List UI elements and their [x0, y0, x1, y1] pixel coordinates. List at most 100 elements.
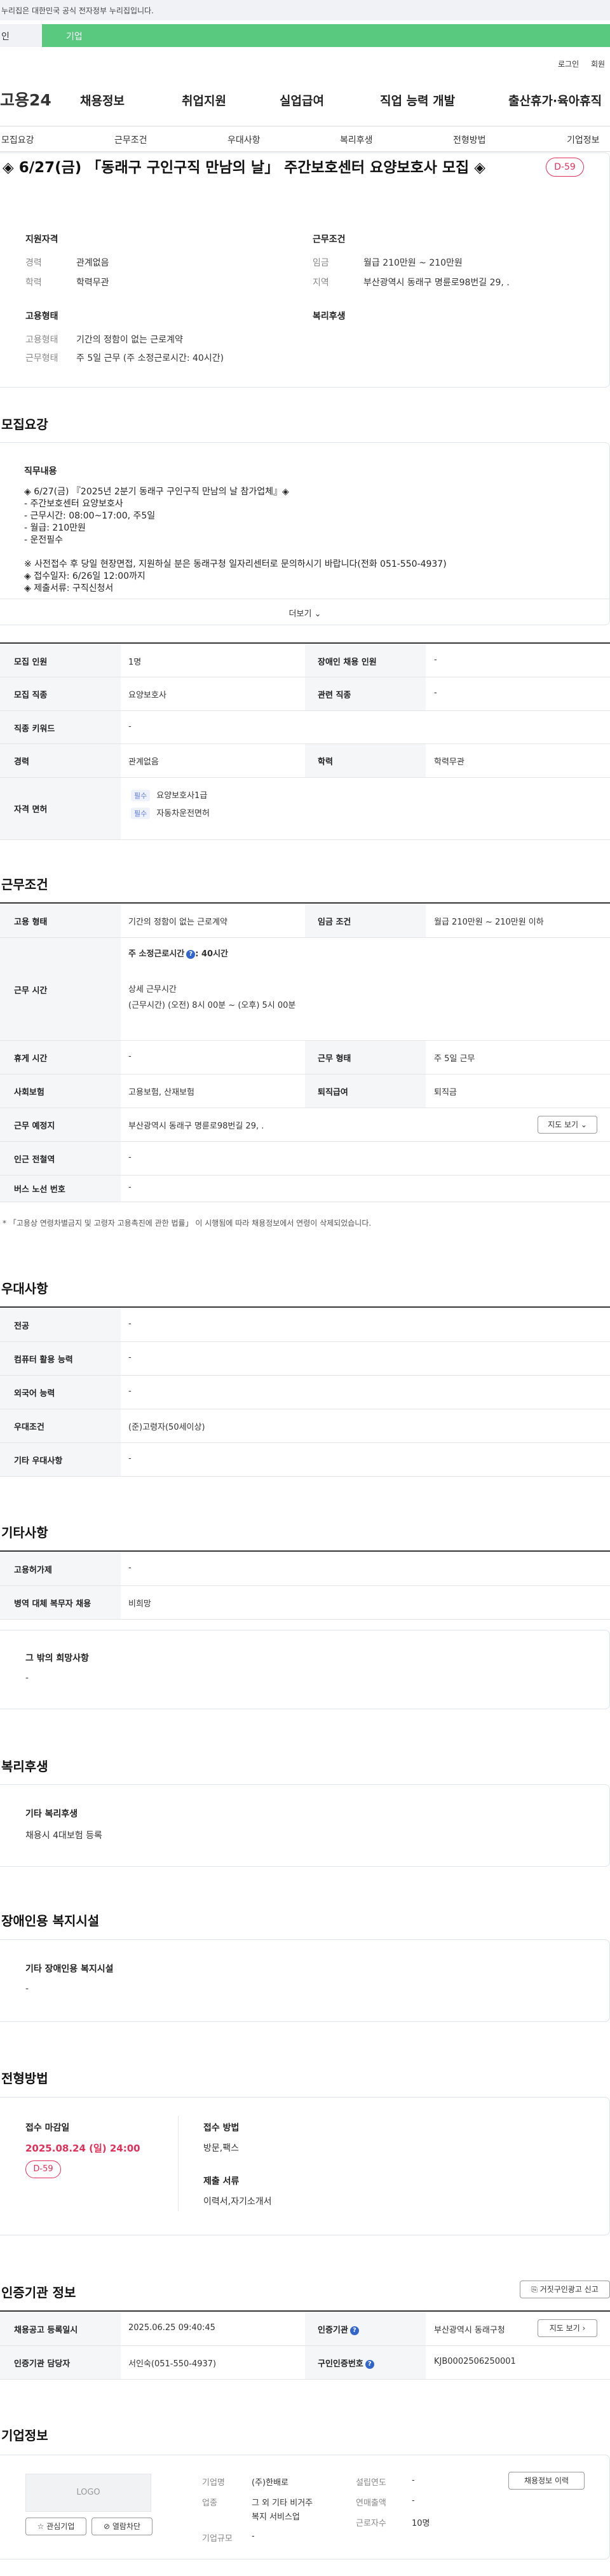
notice-value: KJB0002506250001	[434, 2357, 516, 2366]
permit-key: 고용허가제	[14, 1566, 52, 1575]
anchor-tab-conditions[interactable]: 근무조건	[114, 133, 147, 146]
block-button[interactable]: ⊘ 열람차단	[92, 2518, 152, 2535]
nav-item-unemployment[interactable]: 실업급여	[280, 92, 324, 109]
info-icon[interactable]: ?	[365, 2359, 374, 2369]
place-key: 근무 예정지	[14, 1122, 55, 1131]
row-divider	[0, 1341, 610, 1342]
career-value: 관계없음	[76, 258, 109, 268]
deadline-label: 접수 마감일	[25, 2123, 70, 2133]
wish-card	[0, 1630, 610, 1709]
report-button-label: 거짓구인광고 신고	[539, 2285, 599, 2294]
wage-key: 임금	[313, 258, 329, 268]
license-item: 필수 자동차운전면허	[131, 806, 210, 819]
row-divider	[0, 1141, 610, 1142]
selection-heading: 전형방법	[1, 2071, 48, 2086]
major-key: 전공	[14, 1322, 29, 1331]
report-icon: ⎘	[531, 2285, 538, 2294]
anchor-tab-company[interactable]: 기업정보	[567, 133, 600, 146]
bus-value: -	[128, 1183, 132, 1192]
user-type-tabs: 인 기업	[0, 24, 610, 47]
size-value: -	[252, 2532, 255, 2541]
disabled-key: 장애인 채용 인원	[318, 658, 377, 667]
welfare-value: 채용시 4대보험 등록	[25, 1831, 102, 1841]
map-button-label: 지도 보기	[548, 1120, 579, 1129]
wage-value: 월급 210만원 ~ 210만원	[363, 258, 463, 268]
chevron-right-icon: ›	[582, 2324, 586, 2333]
org-view-button[interactable]: 지도 보기 ›	[538, 2319, 597, 2337]
insurance-value: 고용보험, 산재보험	[128, 1088, 194, 1097]
desc-line: ◈ 제출서류: 구직신청서	[24, 583, 114, 593]
insurance-key: 사회보험	[14, 1088, 44, 1097]
subway-key: 인근 전철역	[14, 1155, 55, 1165]
dday-badge: D-59	[546, 158, 584, 177]
nav-item-parental-leave[interactable]: 출산휴가·육아휴직	[508, 92, 602, 109]
job-value: 요양보호사	[128, 691, 166, 700]
anchor-tab-recruit[interactable]: 모집요강	[1, 133, 34, 146]
edu-table-key: 학력	[318, 757, 333, 767]
license-name: 요양보호사1급	[156, 791, 208, 801]
interest-button[interactable]: ☆ 관심기업	[25, 2518, 86, 2535]
info-icon[interactable]: ?	[349, 2326, 359, 2335]
pref-other-value: -	[128, 1454, 132, 1463]
emp-type-value: 기간의 정함이 없는 근로계약	[76, 335, 183, 345]
facility-value: -	[25, 1984, 29, 1994]
reg-value: 2025.06.25 09:40:45	[128, 2323, 215, 2333]
anchor-tab-preference[interactable]: 우대사항	[227, 133, 261, 146]
permit-value: -	[128, 1563, 132, 1573]
military-key: 병역 대체 복무자 채용	[14, 1599, 92, 1609]
sales-value: -	[412, 2496, 415, 2505]
related-value: -	[434, 688, 437, 698]
desc-line: ◈ 접수일자: 6/26일 12:00까지	[24, 571, 146, 581]
bus-key: 버스 노선 번호	[14, 1185, 65, 1195]
docs-label: 제출 서류	[203, 2176, 240, 2186]
hours-weekly-value: : 40시간	[195, 949, 228, 959]
employment-label: 고용형태	[25, 311, 58, 322]
career-key: 경력	[25, 258, 42, 268]
staff-key: 인증기관 담당자	[14, 2359, 71, 2369]
hours-key: 근무 시간	[14, 986, 48, 996]
job-title: ◈ 6/27(금) 「동래구 구인구직 만남의 날」 주간보호센터 요양보호사 …	[3, 159, 485, 176]
keyword-key: 직종 키워드	[14, 724, 55, 734]
license-key: 자격 면허	[14, 805, 48, 815]
anchor-tab-selection[interactable]: 전형방법	[453, 133, 486, 146]
work-form-key: 근무형태	[25, 353, 58, 363]
row-divider	[0, 710, 610, 711]
nav-item-jobs[interactable]: 채용정보	[80, 92, 125, 109]
method-label: 접수 방법	[203, 2123, 240, 2133]
row-divider	[0, 839, 610, 840]
site-logo[interactable]: 고용24	[0, 88, 51, 111]
company-logo: LOGO	[25, 2474, 151, 2512]
row-divider	[0, 937, 610, 938]
employees-key: 근로자수	[356, 2519, 386, 2528]
industry-value-1: 그 외 기타 비거주	[252, 2498, 313, 2508]
history-button[interactable]: 채용정보 이력	[508, 2472, 585, 2490]
report-button[interactable]: ⎘ 거짓구인광고 신고	[520, 2281, 610, 2298]
info-icon[interactable]: ?	[186, 949, 196, 959]
more-button[interactable]: 더보기 ⌄	[0, 599, 610, 624]
required-tag: 필수	[131, 808, 151, 819]
nav-item-training[interactable]: 직업 능력 개발	[380, 92, 455, 109]
language-value: -	[128, 1386, 132, 1396]
career-table-value: 관계없음	[128, 757, 159, 767]
reg-key: 채용공고 등록일시	[14, 2326, 78, 2335]
row-divider	[0, 777, 610, 778]
recruit-heading: 모집요강	[1, 417, 48, 432]
login-link[interactable]: 로그인	[558, 58, 579, 69]
facility-card	[0, 1939, 610, 2022]
nav-item-employment-support[interactable]: 취업지원	[182, 92, 226, 109]
tab-personal[interactable]: 인	[0, 24, 42, 47]
hours-detail-title: 상세 근무시간	[128, 985, 177, 994]
anchor-tab-welfare[interactable]: 복리후생	[340, 133, 373, 146]
company-name-value: (주)한배로	[252, 2478, 288, 2488]
map-button[interactable]: 지도 보기 ⌄	[538, 1116, 597, 1134]
signup-link[interactable]: 회원	[591, 58, 605, 69]
row-divider	[0, 1175, 610, 1176]
break-value: -	[128, 1052, 132, 1061]
work-form-table-value: 주 5일 근무	[434, 1054, 475, 1064]
hours-detail: (근무시간) (오전) 8시 00분 ~ (오후) 5시 00분	[128, 1001, 296, 1010]
desc-title: 직무내용	[24, 466, 57, 477]
anchor-divider	[0, 151, 610, 152]
subway-value: -	[128, 1153, 132, 1162]
tab-company[interactable]: 기업	[42, 24, 610, 47]
age-note: * 「고용상 연령차별금지 및 고령자 고용촉진에 관한 법률」 이 시행됨에 …	[3, 1219, 372, 1228]
